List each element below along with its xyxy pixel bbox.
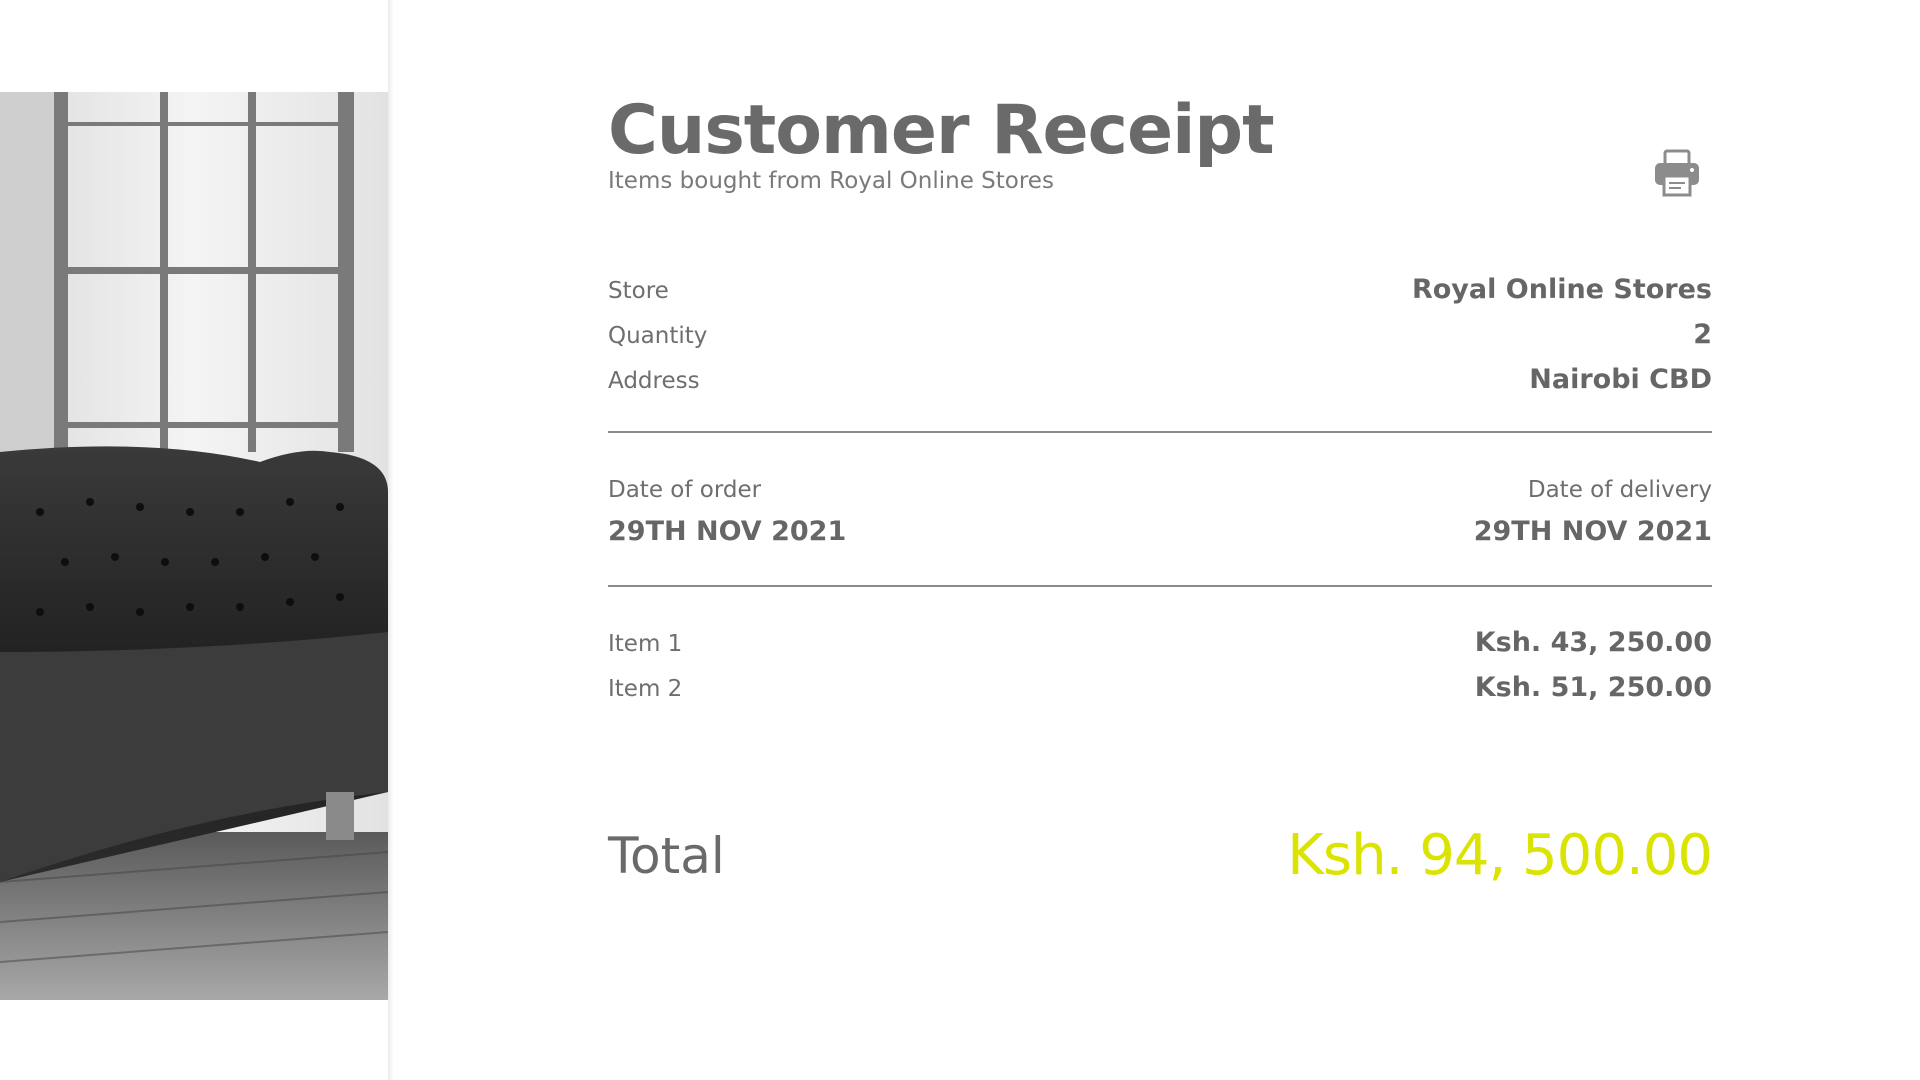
receipt-page: Customer Receipt Items bought from Royal… <box>0 0 1920 1080</box>
items-section: Item 1 Ksh. 43, 250.00 Item 2 Ksh. 51, 2… <box>608 627 1712 717</box>
sofa-photo <box>0 92 388 1000</box>
panel-divider-shadow <box>388 0 394 1080</box>
divider <box>608 431 1712 433</box>
address-value: Nairobi CBD <box>1529 364 1712 395</box>
order-date-value: 29TH NOV 2021 <box>608 516 847 547</box>
store-row: Store Royal Online Stores <box>608 274 1712 319</box>
address-label: Address <box>608 368 700 394</box>
store-info-section: Store Royal Online Stores Quantity 2 Add… <box>608 274 1712 409</box>
dates-section: Date of order 29TH NOV 2021 Date of deli… <box>608 475 1712 549</box>
quantity-label: Quantity <box>608 323 708 349</box>
total-value: Ksh. 94, 500.00 <box>1287 823 1713 888</box>
store-label: Store <box>608 278 669 304</box>
delivery-date-label: Date of delivery <box>1527 477 1712 503</box>
page-title: Customer Receipt <box>608 91 1275 170</box>
order-date-label: Date of order <box>608 477 762 503</box>
item-price: Ksh. 43, 250.00 <box>1474 627 1712 658</box>
item-label: Item 2 <box>608 676 683 702</box>
address-row: Address Nairobi CBD <box>608 364 1712 409</box>
total-row: Total Ksh. 94, 500.00 <box>608 823 1713 888</box>
item-row: Item 1 Ksh. 43, 250.00 <box>608 627 1712 672</box>
receipt-content: Customer Receipt Items bought from Royal… <box>608 88 1713 888</box>
quantity-row: Quantity 2 <box>608 319 1712 364</box>
total-label: Total <box>608 826 725 885</box>
quantity-value: 2 <box>1693 319 1712 350</box>
order-date: Date of order 29TH NOV 2021 <box>608 475 846 549</box>
store-value: Royal Online Stores <box>1411 274 1712 305</box>
delivery-date-value: 29TH NOV 2021 <box>1473 516 1712 547</box>
item-label: Item 1 <box>608 631 683 657</box>
divider <box>608 585 1712 587</box>
item-row: Item 2 Ksh. 51, 250.00 <box>608 672 1712 717</box>
delivery-date: Date of delivery 29TH NOV 2021 <box>1474 475 1712 549</box>
item-price: Ksh. 51, 250.00 <box>1474 672 1712 703</box>
